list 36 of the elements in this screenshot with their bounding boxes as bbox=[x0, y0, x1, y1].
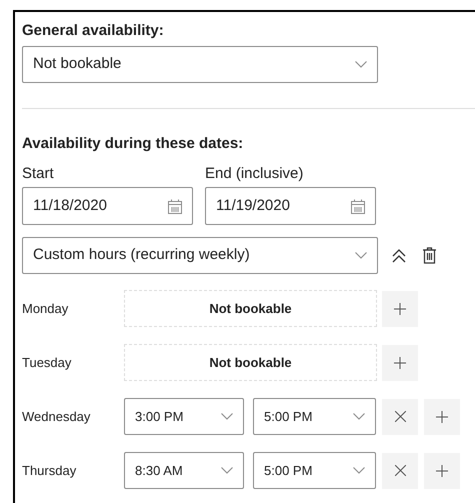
schedule-dropdown[interactable]: Custom hours (recurring weekly) bbox=[22, 237, 378, 274]
field-label: End (inclusive) bbox=[205, 164, 304, 183]
start-time-dropdown[interactable]: 3:00 PM bbox=[124, 398, 244, 435]
plus-icon bbox=[394, 302, 406, 314]
chevron-down-icon bbox=[221, 413, 233, 420]
day-label: Thursday bbox=[22, 462, 78, 480]
trash-icon[interactable] bbox=[423, 247, 436, 264]
section-title: General availability: bbox=[22, 21, 165, 40]
remove-button[interactable] bbox=[382, 452, 418, 488]
end-time-dropdown[interactable]: 5:00 PM bbox=[253, 398, 376, 435]
chevron-down-icon bbox=[355, 252, 367, 259]
section-title: Availability during these dates: bbox=[22, 134, 244, 153]
chevron-down-icon bbox=[353, 467, 365, 474]
chevron-down-icon bbox=[221, 467, 233, 474]
start-time-dropdown[interactable]: 8:30 AM bbox=[124, 452, 244, 489]
day-label: Tuesday bbox=[22, 354, 72, 372]
day-label: Monday bbox=[22, 300, 70, 318]
double-chevron-up-icon[interactable] bbox=[392, 248, 406, 262]
plus-icon bbox=[436, 464, 448, 476]
plus-icon bbox=[436, 410, 448, 422]
chevron-down-icon bbox=[355, 61, 367, 68]
date-field[interactable]: 11/19/2020 bbox=[205, 187, 376, 225]
not-bookable-slot: Not bookable bbox=[124, 344, 377, 381]
close-icon bbox=[394, 411, 406, 422]
calendar-icon[interactable] bbox=[168, 198, 182, 214]
availability-dropdown[interactable]: Not bookable bbox=[22, 46, 378, 83]
date-field[interactable]: 11/18/2020 bbox=[22, 187, 193, 225]
close-icon bbox=[394, 465, 406, 476]
not-bookable-slot: Not bookable bbox=[124, 290, 377, 327]
remove-button[interactable] bbox=[382, 398, 418, 434]
chevron-down-icon bbox=[353, 413, 365, 420]
day-label: Wednesday bbox=[22, 408, 92, 426]
plus-icon bbox=[394, 356, 406, 368]
field-label: Start bbox=[22, 164, 55, 183]
end-time-dropdown[interactable]: 5:00 PM bbox=[253, 452, 376, 489]
calendar-icon[interactable] bbox=[351, 198, 365, 214]
